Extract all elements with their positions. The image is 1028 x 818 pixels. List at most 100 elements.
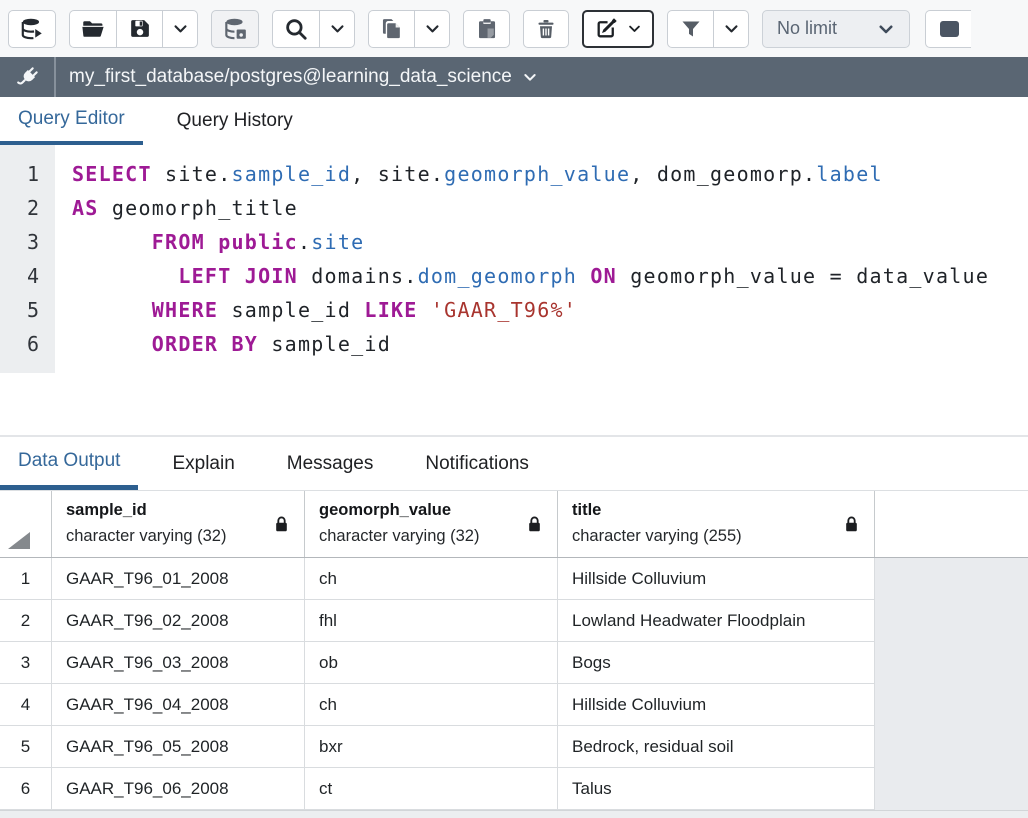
plug-icon [14,64,41,91]
line-number: 1 [0,157,39,191]
connection-label: my_first_database/postgres@learning_data… [69,66,512,88]
stop-button[interactable] [925,10,971,48]
toolbar: No limit [0,0,1028,57]
tab-explain[interactable]: Explain [154,437,252,490]
save-icon [127,16,152,41]
data-cell[interactable]: Hillside Colluvium [558,558,875,600]
code-area[interactable]: SELECT site.sample_id, site.geomorph_val… [55,145,1028,373]
copy-button-group [368,10,450,48]
data-cell[interactable]: bxr [305,726,558,768]
row-filler [875,684,1028,726]
header-filler [875,491,1028,557]
data-cell[interactable]: Lowland Headwater Floodplain [558,600,875,642]
row-limit-value: No limit [777,18,837,39]
select-all-cell[interactable] [0,491,52,557]
code-line: AS geomorph_title [72,191,1028,225]
data-cell[interactable]: ch [305,684,558,726]
table-row: 5GAAR_T96_05_2008bxrBedrock, residual so… [0,726,1028,768]
horizontal-scrollbar-track[interactable] [0,810,1028,818]
find-button[interactable] [272,10,319,48]
connection-selector[interactable]: my_first_database/postgres@learning_data… [56,66,538,88]
data-cell[interactable]: ch [305,558,558,600]
chevron-down-icon [329,20,346,37]
data-cell[interactable]: fhl [305,600,558,642]
lock-icon [526,515,543,534]
grid-body: 1GAAR_T96_01_2008chHillside Colluvium2GA… [0,558,1028,810]
chevron-down-icon [424,20,441,37]
tab-notifications[interactable]: Notifications [407,437,547,490]
chevron-down-icon [723,20,740,37]
paste-button[interactable] [463,10,510,48]
delete-button[interactable] [523,10,569,48]
column-header-title[interactable]: titlecharacter varying (255) [558,491,875,557]
row-limit-select[interactable]: No limit [762,10,910,48]
tab-query-editor[interactable]: Query Editor [0,97,143,145]
filter-button-group [667,10,749,48]
connection-status[interactable] [0,57,56,97]
data-cell[interactable]: Hillside Colluvium [558,684,875,726]
stop-icon [938,19,960,39]
save-file-button[interactable] [116,10,162,48]
column-header-text: titlecharacter varying (255) [572,498,742,549]
lock-icon [843,515,860,534]
data-cell[interactable]: GAAR_T96_04_2008 [52,684,305,726]
row-number-cell[interactable]: 6 [0,768,52,810]
save-menu-button[interactable] [162,10,198,48]
trash-icon [534,17,558,41]
data-cell[interactable]: Bedrock, residual soil [558,726,875,768]
row-number-cell[interactable]: 4 [0,684,52,726]
copy-button[interactable] [368,10,414,48]
find-menu-button[interactable] [319,10,355,48]
data-cell[interactable]: ob [305,642,558,684]
query-tool-button[interactable] [8,10,56,48]
code-line: FROM public.site [72,225,1028,259]
tab-data-output[interactable]: Data Output [0,437,138,490]
code-line: LEFT JOIN domains.dom_geomorph ON geomor… [72,259,1028,293]
save-data-changes-button[interactable] [211,10,259,48]
line-number: 5 [0,293,39,327]
table-row: 3GAAR_T96_03_2008obBogs [0,642,1028,684]
data-cell[interactable]: ct [305,768,558,810]
tab-messages[interactable]: Messages [269,437,392,490]
row-filler [875,558,1028,600]
row-filler [875,642,1028,684]
tab-query-history[interactable]: Query History [159,97,311,145]
file-button-group [69,10,198,48]
data-cell[interactable]: Talus [558,768,875,810]
line-number: 6 [0,327,39,361]
copy-menu-button[interactable] [414,10,450,48]
row-filler [875,600,1028,642]
table-row: 6GAAR_T96_06_2008ctTalus [0,768,1028,810]
filter-icon [679,17,703,41]
select-all-triangle-icon [8,532,30,549]
search-icon [283,16,309,42]
chevron-down-icon [522,69,538,85]
data-cell[interactable]: GAAR_T96_03_2008 [52,642,305,684]
data-cell[interactable]: Bogs [558,642,875,684]
data-cell[interactable]: GAAR_T96_02_2008 [52,600,305,642]
data-cell[interactable]: GAAR_T96_05_2008 [52,726,305,768]
code-line: SELECT site.sample_id, site.geomorph_val… [72,157,1028,191]
data-cell[interactable]: GAAR_T96_06_2008 [52,768,305,810]
line-number: 4 [0,259,39,293]
sql-editor: 123456 SELECT site.sample_id, site.geomo… [0,145,1028,436]
row-number-cell[interactable]: 1 [0,558,52,600]
table-row: 1GAAR_T96_01_2008chHillside Colluvium [0,558,1028,600]
open-file-button[interactable] [69,10,116,48]
filter-button[interactable] [667,10,713,48]
filter-menu-button[interactable] [713,10,749,48]
save-data-icon [222,16,248,42]
results-grid: sample_idcharacter varying (32) geomorph_… [0,491,1028,818]
line-number-gutter: 123456 [0,145,55,373]
column-header-sample_id[interactable]: sample_idcharacter varying (32) [52,491,305,557]
row-number-cell[interactable]: 2 [0,600,52,642]
row-number-cell[interactable]: 3 [0,642,52,684]
column-header-geomorph_value[interactable]: geomorph_valuecharacter varying (32) [305,491,558,557]
query-tool-icon [19,16,45,42]
output-tab-bar: Data Output Explain Messages Notificatio… [0,436,1028,491]
row-number-cell[interactable]: 5 [0,726,52,768]
edit-menu-button[interactable] [582,10,654,48]
column-header-text: sample_idcharacter varying (32) [66,498,226,549]
data-cell[interactable]: GAAR_T96_01_2008 [52,558,305,600]
paste-icon [474,16,499,41]
